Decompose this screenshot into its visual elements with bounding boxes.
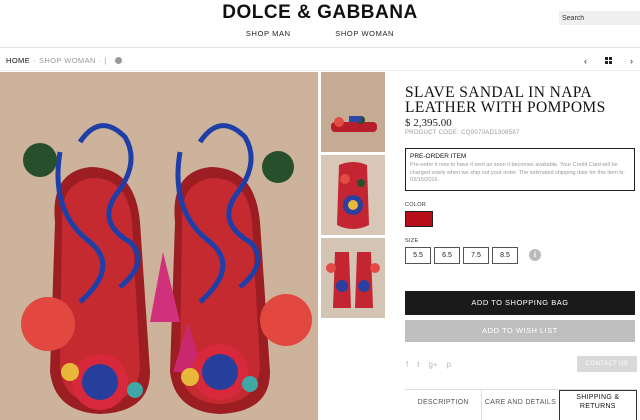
thumbnail-1[interactable] [321,72,385,152]
size-options: 5.5 6.5 7.5 8.5 i [405,246,635,264]
breadcrumb-separator: · | [98,56,107,65]
grid-icon[interactable] [605,57,612,64]
main-nav: SHOP MAN SHOP WOMAN [0,29,640,38]
thumbnail-2[interactable] [321,155,385,235]
preorder-body: Pre-order it now to have it sent as soon… [410,162,625,183]
search-input[interactable] [559,11,640,25]
thumbnail-3[interactable] [321,238,385,318]
preorder-notice: PRE-ORDER ITEM Pre-order it now to have … [405,148,635,191]
info-icon[interactable]: i [529,249,541,261]
tab-care-and-details[interactable]: CARE AND DETAILS [481,390,558,420]
thumbnail-strip [321,72,385,321]
product-tabs: DESCRIPTION CARE AND DETAILS SHIPPING & … [405,389,637,420]
sandals-illustration [0,72,318,420]
brand-logo[interactable]: DOLCE & GABBANA [0,2,640,24]
size-option[interactable]: 7.5 [463,246,489,264]
nav-shop-woman[interactable]: SHOP WOMAN [335,29,394,38]
twitter-icon[interactable]: t [417,360,419,369]
breadcrumb-home[interactable]: HOME [6,56,30,65]
breadcrumb-menu-icon[interactable] [114,57,122,64]
product-price: $ 2,395.00 [405,117,452,129]
breadcrumb-shop-woman[interactable]: SHOP WOMAN [39,56,96,65]
product-main-image[interactable] [0,72,318,420]
add-to-bag-button[interactable]: ADD TO SHOPPING BAG [405,291,635,315]
size-label: SIZE [405,237,419,244]
google-plus-icon[interactable]: g+ [428,360,437,369]
pinterest-icon[interactable]: p [447,360,451,369]
breadcrumb: HOME · SHOP WOMAN · | [6,56,122,65]
add-to-wishlist-button[interactable]: ADD TO WISH LIST [405,320,635,342]
product-title: SLAVE SANDAL IN NAPA LEATHER WITH POMPOM… [405,84,606,116]
size-option[interactable]: 8.5 [492,246,518,264]
header-divider [0,47,640,48]
tab-shipping-returns[interactable]: SHIPPING & RETURNS [558,390,637,420]
contact-us-button[interactable]: CONTACT US [577,356,637,372]
size-option[interactable]: 6.5 [434,246,460,264]
chevron-left-icon[interactable]: ‹ [584,56,587,66]
nav-shop-man[interactable]: SHOP MAN [246,29,291,38]
product-panel: SLAVE SANDAL IN NAPA LEATHER WITH POMPOM… [405,85,635,264]
chevron-right-icon[interactable]: › [630,56,633,66]
breadcrumb-separator: · [33,56,37,65]
tab-description[interactable]: DESCRIPTION [405,390,481,420]
color-swatch-red[interactable] [405,210,433,227]
preorder-heading: PRE-ORDER ITEM [410,153,467,160]
size-option[interactable]: 5.5 [405,246,431,264]
facebook-icon[interactable]: f [406,360,408,369]
social-share: f t g+ p [406,360,451,369]
product-code: PRODUCT CODE: CQ0070AD1308587 [405,130,520,136]
color-label: COLOR [405,201,427,208]
breadcrumb-divider [0,70,640,71]
